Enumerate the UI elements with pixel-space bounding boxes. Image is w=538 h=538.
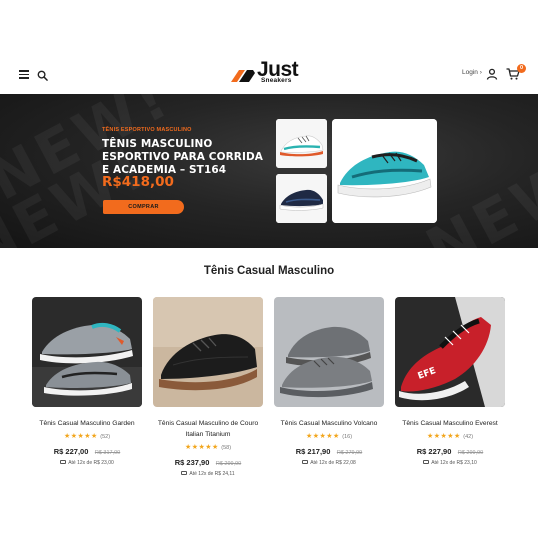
hero-thumbnail-1[interactable] — [276, 119, 327, 168]
product-price: R$ 217,90 — [295, 447, 331, 456]
sneaker-everest-image: EFE — [395, 297, 505, 407]
login-label: Login — [462, 69, 478, 76]
star-icon: ★★★★★ — [426, 433, 461, 440]
installments-text: Até 12x de R$ 24,11 — [189, 471, 235, 477]
sneaker-navy-image — [276, 174, 327, 223]
product-image[interactable] — [153, 297, 263, 407]
user-icon[interactable] — [486, 67, 498, 80]
cart-count-badge: 0 — [517, 64, 526, 73]
star-icon: ★★★★★ — [305, 433, 340, 440]
review-count: (16) — [342, 434, 353, 440]
product-card[interactable]: Tênis Casual Masculino Garden ★★★★★ (52)… — [32, 297, 142, 467]
credit-card-icon — [60, 460, 67, 464]
site-logo[interactable]: Just Sneakers — [229, 59, 313, 88]
product-old-price: R$ 279,99 — [336, 450, 363, 456]
credit-card-icon — [423, 460, 430, 464]
sneaker-garden-image — [32, 297, 142, 407]
installments-text: Até 12x de R$ 23,10 — [431, 460, 477, 466]
product-old-price: R$ 317,00 — [94, 450, 121, 456]
sneaker-white-teal-image — [276, 119, 327, 168]
review-count: (58) — [221, 445, 232, 451]
hero-title: TÊNIS MASCULINO ESPORTIVO PARA CORRIDA E… — [102, 138, 264, 176]
star-icon: ★★★★★ — [63, 433, 98, 440]
product-image[interactable] — [274, 297, 384, 407]
hero-price: R$418,00 — [102, 174, 174, 190]
site-header: Just Sneakers Login › 0 — [0, 58, 538, 90]
product-name[interactable]: Tênis Casual Masculino Garden — [32, 418, 142, 429]
price-row: R$ 237,90 R$ 299,90 — [153, 456, 263, 469]
product-card[interactable]: Tênis Casual Masculino Volcano ★★★★★ (16… — [274, 297, 384, 467]
hero-banner[interactable]: NEW! NEW! NEW! TÊNIS ESPORTIVO MASCULINO… — [0, 94, 538, 248]
product-price: R$ 237,90 — [174, 458, 210, 467]
product-rating: ★★★★★ (16) — [274, 432, 384, 442]
product-old-price: R$ 299,90 — [457, 450, 484, 456]
hero-main-product-image[interactable] — [332, 119, 437, 223]
price-row: R$ 227,90 R$ 299,90 — [395, 445, 505, 458]
product-name[interactable]: Tênis Casual Masculino de Couro Italian … — [153, 418, 263, 440]
installments: Até 12x de R$ 22,08 — [274, 460, 384, 467]
product-old-price: R$ 299,90 — [215, 461, 242, 467]
review-count: (42) — [463, 434, 474, 440]
installments: Até 12x de R$ 24,11 — [153, 471, 263, 478]
search-icon[interactable] — [37, 68, 48, 81]
product-name[interactable]: Tênis Casual Masculino Volcano — [274, 418, 384, 429]
product-card[interactable]: Tênis Casual Masculino de Couro Italian … — [153, 297, 263, 478]
installments-text: Até 12x de R$ 23,00 — [68, 460, 114, 466]
sneaker-teal-image — [332, 119, 437, 223]
hero-kicker: TÊNIS ESPORTIVO MASCULINO — [102, 127, 192, 133]
product-image[interactable] — [32, 297, 142, 407]
product-rating: ★★★★★ (58) — [153, 443, 263, 453]
product-rating: ★★★★★ (42) — [395, 432, 505, 442]
product-image[interactable]: EFE — [395, 297, 505, 407]
sneaker-volcano-image — [274, 297, 384, 407]
product-name[interactable]: Tênis Casual Masculino Everest — [395, 418, 505, 429]
logo-subtitle: Sneakers — [261, 77, 292, 84]
product-grid: Tênis Casual Masculino Garden ★★★★★ (52)… — [32, 297, 506, 487]
installments: Até 12x de R$ 23,00 — [32, 460, 142, 467]
product-price: R$ 227,00 — [53, 447, 89, 456]
product-card[interactable]: EFE Tênis Casual Masculino Everest ★★★★★… — [395, 297, 505, 467]
credit-card-icon — [181, 471, 188, 475]
price-row: R$ 217,90 R$ 279,99 — [274, 445, 384, 458]
section-title: Tênis Casual Masculino — [203, 265, 335, 277]
login-link[interactable]: Login › — [462, 69, 482, 76]
review-count: (52) — [100, 434, 111, 440]
hamburger-menu-icon[interactable] — [19, 70, 29, 79]
logo-mark-icon — [231, 70, 255, 82]
sneaker-titanium-image — [153, 297, 263, 407]
credit-card-icon — [302, 460, 309, 464]
product-price: R$ 227,90 — [416, 447, 452, 456]
installments: Até 12x de R$ 23,10 — [395, 460, 505, 467]
price-row: R$ 227,00 R$ 317,00 — [32, 445, 142, 458]
star-icon: ★★★★★ — [184, 444, 219, 451]
hero-thumbnail-2[interactable] — [276, 174, 327, 223]
installments-text: Até 12x de R$ 22,08 — [310, 460, 356, 466]
product-rating: ★★★★★ (52) — [32, 432, 142, 442]
buy-button[interactable]: COMPRAR — [103, 200, 184, 214]
